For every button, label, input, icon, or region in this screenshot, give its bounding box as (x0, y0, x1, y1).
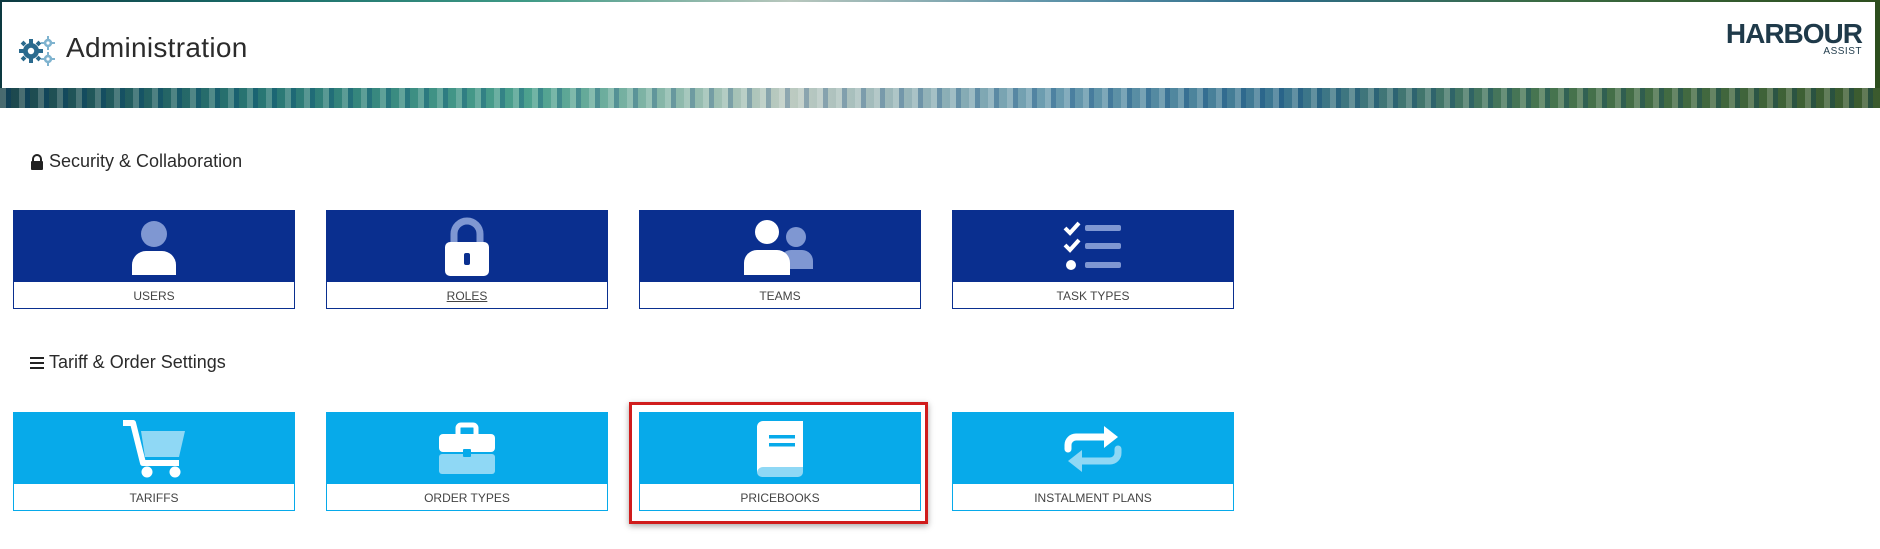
logo-sub-text: ASSIST (1823, 46, 1862, 57)
gears-icon (19, 36, 55, 66)
section-title-label: Tariff & Order Settings (49, 352, 226, 372)
tile-label: TARIFFS (129, 491, 179, 505)
tile-icon-area (14, 211, 294, 282)
tile-icon-area (953, 413, 1233, 484)
checklist-icon (1063, 221, 1121, 270)
tile-icon-area (14, 413, 294, 484)
tile-users[interactable]: USERS (13, 210, 295, 309)
tile-icon-area (327, 211, 607, 282)
tile-icon-area (640, 413, 920, 484)
header-background-photo-strip (0, 88, 1880, 108)
tile-tariffs[interactable]: TARIFFS (13, 412, 295, 511)
tile-task-types[interactable]: TASK TYPES (952, 210, 1234, 309)
tile-order-types[interactable]: ORDER TYPES (326, 412, 608, 511)
repeat-icon (1064, 425, 1122, 472)
user-icon (132, 220, 176, 275)
tile-icon-area (953, 211, 1233, 282)
tile-teams[interactable]: TEAMS (639, 210, 921, 309)
tile-pricebooks[interactable]: PRICEBOOKS (639, 412, 921, 511)
tile-label: ROLES (446, 289, 488, 303)
tile-label: USERS (133, 289, 175, 303)
cart-icon (123, 419, 185, 477)
section-title-label: Security & Collaboration (49, 151, 243, 171)
lock-icon (31, 153, 43, 170)
header: Administration HARBOUR ASSIST (2, 2, 1875, 88)
tile-icon-area (327, 413, 607, 484)
tile-label: TEAMS (759, 289, 801, 303)
tile-roles[interactable]: ROLES (326, 210, 608, 309)
tile-label: ORDER TYPES (424, 491, 510, 505)
tile-label: PRICEBOOKS (740, 491, 820, 505)
section-title-security: Security & Collaboration (29, 151, 242, 172)
main-content: Security & Collaboration USERS ROLES TEA… (2, 108, 1875, 549)
section-title-tariff: Tariff & Order Settings (29, 352, 226, 373)
tile-instalment-plans[interactable]: INSTALMENT PLANS (952, 412, 1234, 511)
team-icon (744, 219, 813, 275)
lock-icon (445, 217, 489, 276)
briefcase-icon (439, 422, 495, 474)
page-title: Administration (66, 32, 248, 63)
list-icon (30, 356, 44, 369)
tile-label: INSTALMENT PLANS (1034, 491, 1152, 505)
tile-icon-area (640, 211, 920, 282)
harbour-assist-logo[interactable]: HARBOUR ASSIST (1724, 18, 1874, 58)
tile-label: TASK TYPES (1056, 289, 1130, 303)
book-icon (757, 420, 803, 477)
